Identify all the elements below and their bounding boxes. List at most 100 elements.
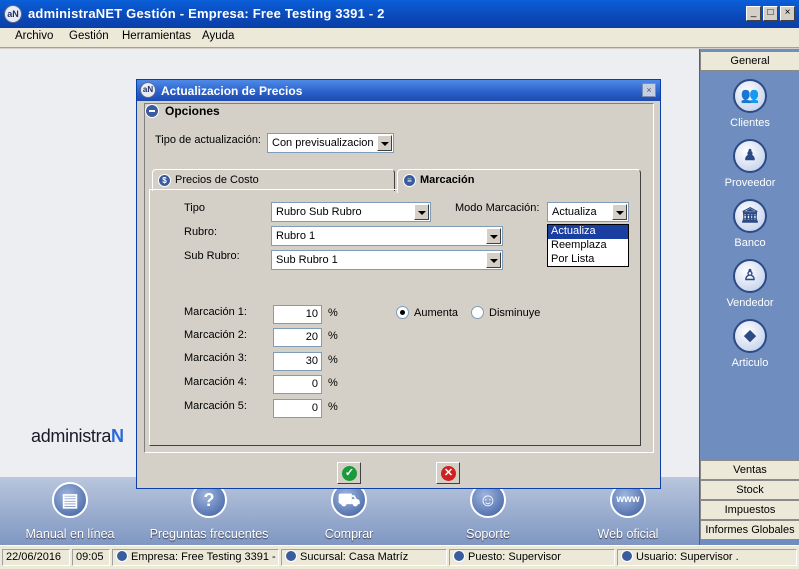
- aumenta-radio[interactable]: [396, 306, 409, 319]
- marcacion-5-input[interactable]: 0: [273, 399, 322, 418]
- dialog-titlebar[interactable]: aN Actualizacion de Precios ×: [137, 80, 660, 101]
- disminuye-radio[interactable]: [471, 306, 484, 319]
- modo-marcacion-label: Modo Marcación:: [455, 202, 540, 214]
- close-button[interactable]: ×: [780, 6, 795, 21]
- tipo-actualizacion-value: Con previsualizacion: [272, 137, 374, 149]
- status-bar: 22/06/2016 09:05 Empresa: Free Testing 3…: [0, 545, 799, 569]
- modo-option-por-lista[interactable]: Por Lista: [548, 253, 628, 267]
- book-icon: ▤: [52, 482, 88, 518]
- tab-marcacion[interactable]: ≡ Marcación: [397, 169, 641, 193]
- marcacion-2-input[interactable]: 20: [273, 328, 322, 347]
- status-puesto: Puesto: Supervisor: [449, 549, 615, 566]
- tab-ventas[interactable]: Ventas: [700, 460, 799, 480]
- menu-ayuda[interactable]: Ayuda: [202, 30, 234, 42]
- chevron-down-icon[interactable]: [414, 204, 429, 220]
- marcacion-1-unit: %: [328, 307, 338, 319]
- modo-option-actualiza[interactable]: Actualiza: [548, 225, 628, 239]
- user-icon: [621, 550, 633, 562]
- nav-banco[interactable]: 🏛 Banco: [700, 199, 799, 259]
- marcacion-4-unit: %: [328, 377, 338, 389]
- status-usuario-text: Usuario: Supervisor .: [636, 551, 739, 563]
- faq-label: Preguntas frecuentes: [149, 527, 269, 541]
- tipo-actualizacion-select[interactable]: Con previsualizacion: [267, 133, 394, 153]
- nav-proveedor[interactable]: ♟ Proveedor: [700, 139, 799, 199]
- marcacion-4-label: Marcación 4:: [184, 376, 247, 388]
- seller-icon: ♙: [733, 259, 767, 293]
- tipo-value: Rubro Sub Rubro: [276, 206, 362, 218]
- opciones-title: Opciones: [165, 104, 220, 118]
- marcacion-3-unit: %: [328, 354, 338, 366]
- nav-proveedor-label: Proveedor: [724, 177, 776, 189]
- window-title: administraNET Gestión - Empresa: Free Te…: [28, 6, 385, 21]
- tab-informes-globales[interactable]: Informes Globales: [700, 520, 799, 540]
- status-sucursal: Sucursal: Casa Matríz: [281, 549, 447, 566]
- status-usuario: Usuario: Supervisor .: [617, 549, 797, 566]
- marcacion-2-unit: %: [328, 330, 338, 342]
- article-icon: ◆: [733, 319, 767, 353]
- chevron-down-icon[interactable]: [612, 204, 627, 220]
- bank-icon: 🏛: [733, 199, 767, 233]
- marcacion-4-input[interactable]: 0: [273, 375, 322, 394]
- nav-vendedor-label: Vendedor: [726, 297, 774, 309]
- tab-stock[interactable]: Stock: [700, 480, 799, 500]
- status-sucursal-text: Sucursal: Casa Matríz: [300, 551, 409, 563]
- percent-icon: ≡: [403, 174, 416, 187]
- modo-marcacion-dropdown: Actualiza Reemplaza Por Lista: [547, 224, 629, 267]
- modo-option-reemplaza[interactable]: Reemplaza: [548, 239, 628, 253]
- dialog-title: Actualizacion de Precios: [161, 84, 303, 98]
- workstation-icon: [453, 550, 465, 562]
- modo-marcacion-value: Actualiza: [552, 206, 597, 218]
- logo-accent: N: [111, 426, 124, 446]
- chevron-down-icon[interactable]: [377, 135, 392, 151]
- disminuye-label: Disminuye: [489, 307, 541, 319]
- aumenta-label: Aumenta: [414, 307, 459, 319]
- manual-label: Manual en línea: [25, 527, 115, 541]
- logo-text: administra: [31, 426, 112, 446]
- soporte-label: Soporte: [466, 527, 510, 541]
- menu-herramientas[interactable]: Herramientas: [122, 30, 191, 42]
- company-icon: [116, 550, 128, 562]
- marcacion-2-label: Marcación 2:: [184, 329, 247, 341]
- maximize-button[interactable]: □: [763, 6, 778, 21]
- marcacion-5-label: Marcación 5:: [184, 400, 247, 412]
- opciones-header: Opciones: [145, 104, 220, 118]
- tab-impuestos[interactable]: Impuestos: [700, 500, 799, 520]
- marcacion-3-input[interactable]: 30: [273, 352, 322, 371]
- app-logo-icon: aN: [4, 5, 22, 23]
- branch-icon: [285, 550, 297, 562]
- status-date: 22/06/2016: [2, 549, 70, 566]
- modo-marcacion-select[interactable]: Actualiza: [547, 202, 629, 222]
- dialog-close-button[interactable]: ×: [642, 83, 656, 97]
- tab-precios-costo[interactable]: $ Precios de Costo: [152, 169, 395, 191]
- nav-clientes[interactable]: 👥 Clientes: [700, 79, 799, 139]
- minimize-button[interactable]: _: [746, 6, 761, 21]
- dollar-icon: $: [158, 174, 171, 187]
- menu-gestion[interactable]: Gestión: [69, 30, 109, 42]
- status-empresa-text: Empresa: Free Testing 3391 -: [131, 551, 276, 563]
- rubro-value: Rubro 1: [276, 230, 316, 242]
- accept-button[interactable]: ✓: [337, 462, 361, 484]
- status-time: 09:05: [72, 549, 110, 566]
- subrubro-label: Sub Rubro:: [184, 250, 240, 262]
- window-titlebar[interactable]: aN administraNET Gestión - Empresa: Free…: [0, 0, 799, 28]
- subrubro-select[interactable]: Sub Rubro 1: [271, 250, 503, 270]
- chevron-down-icon[interactable]: [486, 228, 501, 244]
- chevron-down-icon[interactable]: [486, 252, 501, 268]
- status-puesto-text: Puesto: Supervisor: [468, 551, 561, 563]
- marcacion-5-unit: %: [328, 401, 338, 413]
- manual-button[interactable]: ▤ Manual en línea: [0, 477, 140, 545]
- nav-vendedor[interactable]: ♙ Vendedor: [700, 259, 799, 319]
- nav-clientes-label: Clientes: [730, 117, 770, 129]
- web-label: Web oficial: [597, 527, 659, 541]
- rubro-select[interactable]: Rubro 1: [271, 226, 503, 246]
- tipo-select[interactable]: Rubro Sub Rubro: [271, 202, 431, 222]
- tipo-label: Tipo: [184, 202, 205, 214]
- marcacion-3-label: Marcación 3:: [184, 352, 247, 364]
- comprar-label: Comprar: [324, 527, 374, 541]
- tab-general[interactable]: General: [700, 51, 799, 71]
- nav-articulo[interactable]: ◆ Articulo: [700, 319, 799, 379]
- marcacion-1-input[interactable]: 10: [273, 305, 322, 324]
- nav-articulo-label: Articulo: [731, 357, 769, 369]
- menu-archivo[interactable]: Archivo: [15, 30, 53, 42]
- cancel-button[interactable]: ✕: [436, 462, 460, 484]
